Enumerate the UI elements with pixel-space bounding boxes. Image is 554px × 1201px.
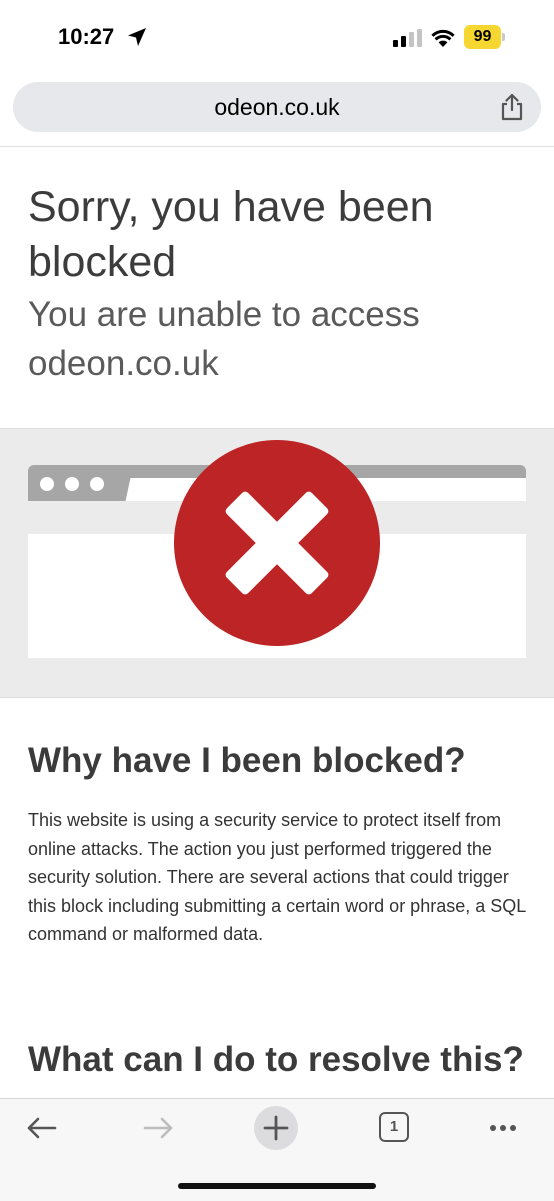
forward-arrow-icon[interactable] [138,1108,178,1148]
new-tab-button[interactable] [254,1106,298,1150]
share-icon[interactable] [497,92,527,122]
back-arrow-icon[interactable] [22,1108,62,1148]
section-heading-why-blocked: Why have I been blocked? [28,741,466,780]
battery-tip [502,33,505,41]
wifi-icon [431,29,455,47]
location-arrow-icon [128,28,146,46]
status-bar: 10:27 99 [0,0,554,76]
section-heading-resolve: What can I do to resolve this? [28,1040,524,1079]
more-icon[interactable] [484,1108,524,1148]
home-indicator [178,1183,376,1189]
cellular-signal-icon [393,29,422,47]
page-subtitle: You are unable to access odeon.co.uk [28,295,420,383]
section-body-why-blocked: This website is using a security service… [28,810,526,944]
tab-count: 1 [389,1118,399,1135]
battery-level: 99 [473,28,492,45]
plus-icon [263,1115,289,1141]
divider [0,146,554,147]
window-dot [65,477,79,491]
battery-indicator: 99 [464,25,505,49]
window-dot [90,477,104,491]
page-title: Sorry, you have been blocked [28,183,434,286]
window-dot [40,477,54,491]
tabs-button[interactable]: 1 [379,1112,409,1142]
status-time: 10:27 [58,24,115,49]
url-text[interactable]: odeon.co.uk [13,82,541,132]
address-bar[interactable]: odeon.co.uk [13,82,541,132]
